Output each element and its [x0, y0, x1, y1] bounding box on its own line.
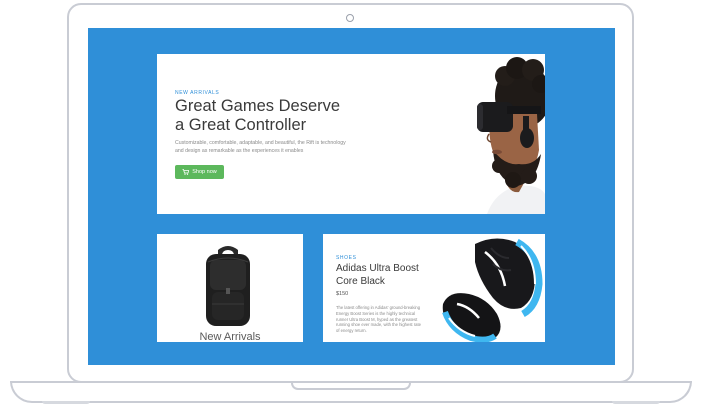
sneaker-image: [435, 234, 545, 342]
laptop-foot-left: [42, 401, 90, 404]
webcam-icon: [346, 14, 354, 22]
product-description: The latest offering in Adidas' ground-br…: [336, 305, 421, 334]
hero-title: Great Games Deserve a Great Controller: [175, 97, 355, 135]
product-card[interactable]: SHOES Adidas Ultra Boost Core Black $150…: [323, 234, 545, 342]
new-arrivals-title: New Arrivals: [199, 331, 261, 342]
hero-description: Customizable, comfortable, adaptable, an…: [175, 140, 346, 154]
laptop-foot-right: [612, 401, 660, 404]
product-category: SHOES: [336, 255, 357, 261]
hero-banner: NEW ARRIVALS Great Games Deserve a Great…: [157, 54, 545, 214]
laptop-screen: NEW ARRIVALS Great Games Deserve a Great…: [88, 28, 615, 365]
product-title-line-2: Core Black: [336, 275, 385, 287]
vr-headset-man-image: [447, 54, 545, 214]
shop-now-label: Shop now: [192, 169, 217, 175]
new-arrivals-card[interactable]: New Arrivals: [157, 234, 303, 342]
hero-title-line-1: Great Games Deserve: [175, 97, 341, 115]
cart-icon: [182, 169, 190, 175]
backpack-image: [206, 246, 250, 326]
hero-eyebrow: NEW ARRIVALS: [175, 90, 220, 96]
product-title: Adidas Ultra Boost Core Black: [336, 263, 436, 288]
product-title-line-1: Adidas Ultra Boost: [336, 263, 419, 274]
product-price: $150: [336, 291, 349, 297]
laptop-notch: [291, 383, 411, 390]
hero-title-line-2: a Great Controller: [175, 116, 307, 134]
shop-now-button[interactable]: Shop now: [175, 165, 224, 179]
